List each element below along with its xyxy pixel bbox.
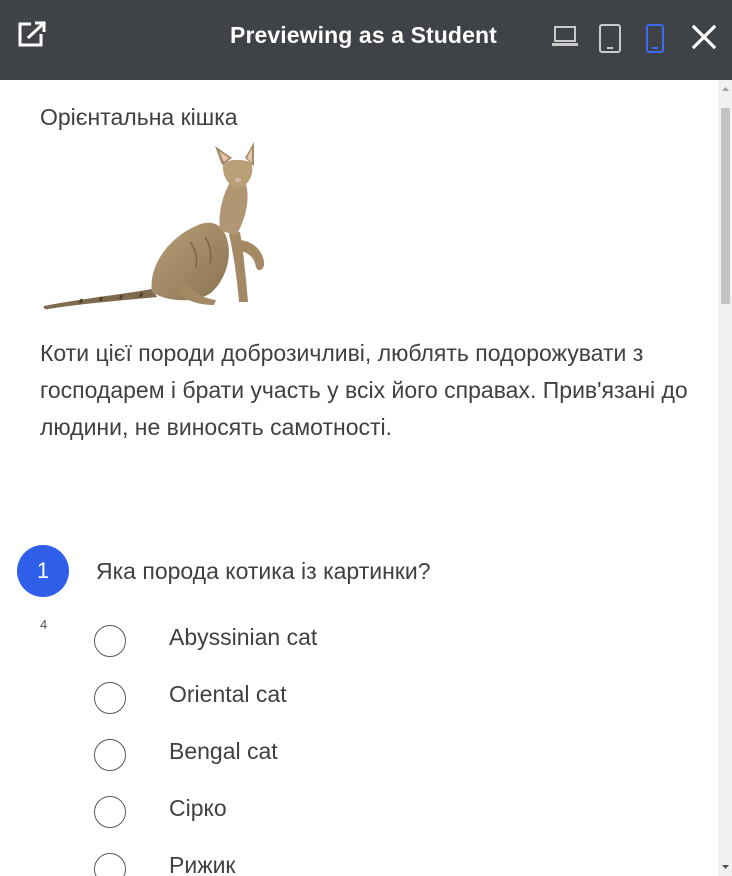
close-icon[interactable] <box>690 23 718 51</box>
answer-option[interactable]: Oriental cat <box>94 680 287 716</box>
answer-option-label: Oriental cat <box>169 681 287 707</box>
question-points: 4 <box>40 617 48 632</box>
answer-option-label: Сірко <box>169 795 227 821</box>
scroll-up-arrow-icon[interactable] <box>721 84 730 94</box>
description-text: Коти цієї породи доброзичливі, люблять п… <box>40 340 688 440</box>
answer-option-label: Abyssinian cat <box>169 624 318 650</box>
preview-toolbar: Previewing as a Student <box>0 0 732 80</box>
preview-content: Орієнтальна кішка Коти цієї породи добро… <box>0 80 718 876</box>
open-in-new-icon[interactable] <box>17 19 47 49</box>
preview-title: Previewing as a Student <box>230 22 497 48</box>
answer-option-label: Bengal cat <box>169 738 278 764</box>
answer-option[interactable]: Bengal cat <box>94 737 278 773</box>
radio-button[interactable] <box>94 625 126 657</box>
answer-option[interactable]: Abyssinian cat <box>94 623 317 659</box>
section-heading: Орієнтальна кішка <box>40 104 238 130</box>
radio-button[interactable] <box>94 682 126 714</box>
laptop-icon[interactable] <box>551 24 579 48</box>
oriental-cat-image <box>43 142 265 310</box>
answer-option-label: Рижик <box>169 852 236 876</box>
scrollbar-thumb[interactable] <box>721 108 730 304</box>
scroll-down-arrow-icon[interactable] <box>721 862 730 872</box>
radio-button[interactable] <box>94 853 126 876</box>
radio-button[interactable] <box>94 796 126 828</box>
question-text: Яка порода котика із картинки? <box>96 558 431 584</box>
question-number-badge: 1 <box>17 545 69 597</box>
answer-option[interactable]: Рижик <box>94 851 235 876</box>
tablet-icon[interactable] <box>598 24 622 54</box>
answer-option[interactable]: Сірко <box>94 794 227 830</box>
phone-icon[interactable] <box>645 24 665 54</box>
radio-button[interactable] <box>94 739 126 771</box>
